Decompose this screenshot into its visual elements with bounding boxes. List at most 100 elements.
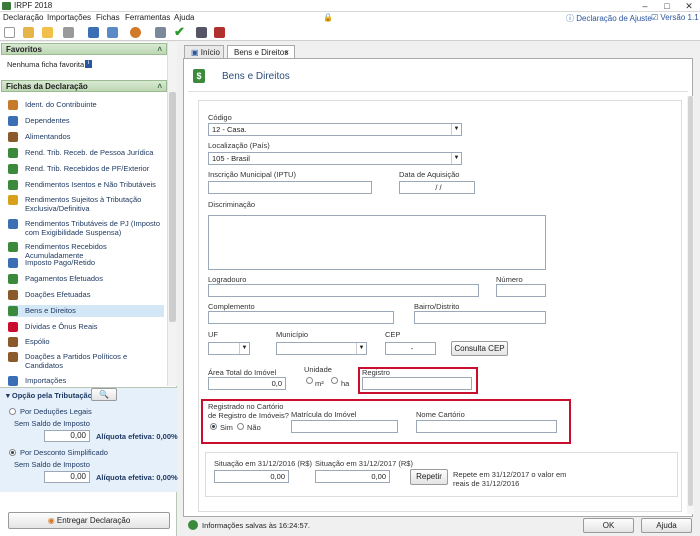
calculator-icon[interactable] xyxy=(196,27,207,38)
discriminacao-textarea[interactable] xyxy=(208,215,546,270)
print-icon[interactable] xyxy=(155,27,166,38)
new-document-icon[interactable] xyxy=(4,27,15,38)
sidebar-item-isentos[interactable]: Rendimentos Isentos e Não Tributáveis xyxy=(8,180,164,190)
globe-icon[interactable] xyxy=(130,27,141,38)
uf-label: UF xyxy=(208,330,218,339)
checkmark-icon[interactable]: ✔ xyxy=(174,24,185,40)
maximize-button[interactable]: □ xyxy=(656,0,678,12)
codigo-select[interactable]: 12 - Casa. ▼ xyxy=(208,123,462,136)
matricula-input[interactable] xyxy=(291,420,398,433)
favorites-header[interactable]: Favoritos ˄ xyxy=(1,43,167,55)
minimize-button[interactable]: – xyxy=(634,0,656,12)
help-circle-icon: ⓘ xyxy=(566,14,577,23)
folder-icon[interactable] xyxy=(42,27,53,38)
sidebar-item-exclusiva[interactable]: Rendimentos Sujeitos à Tributação Exclus… xyxy=(8,195,164,214)
gift-icon xyxy=(8,290,18,300)
fichas-header[interactable]: Fichas da Declaração ˄ xyxy=(1,80,167,92)
localizacao-select[interactable]: 105 - Brasil ▼ xyxy=(208,152,462,165)
version-link[interactable]: ☑ Versão 1.1 xyxy=(651,13,699,22)
sidebar-item-suspensa[interactable]: Rendimentos Tributáveis de PJ (Imposto c… xyxy=(8,219,164,238)
sidebar-item-imposto-pago[interactable]: Imposto Pago/Retido xyxy=(8,258,164,268)
arrow-down-icon xyxy=(8,322,18,332)
consulta-cep-button[interactable]: Consulta CEP xyxy=(451,341,508,356)
complemento-input[interactable] xyxy=(208,311,394,324)
unidade-label: Unidade xyxy=(304,365,332,374)
inscricao-input[interactable] xyxy=(208,181,372,194)
tab-inicio[interactable]: ▣ Início xyxy=(184,45,224,59)
search-button[interactable]: 🔍 xyxy=(91,388,117,401)
saldo-value-2: 0,00 xyxy=(44,471,90,483)
menu-fichas[interactable]: Fichas xyxy=(96,13,120,22)
globe-icon: ◉ xyxy=(47,516,57,525)
unit-m2-radio[interactable] xyxy=(306,377,313,384)
bairro-input[interactable] xyxy=(414,311,546,324)
sidebar-item-dependentes[interactable]: Dependentes xyxy=(8,116,164,126)
book-icon[interactable] xyxy=(214,27,225,38)
sidebar-item-bens-direitos[interactable]: Bens e Direitos xyxy=(8,305,164,317)
inscricao-label: Inscrição Municipal (IPTU) xyxy=(208,170,296,179)
declaracao-ajuste-link[interactable]: ⓘ Declaração de Ajuste xyxy=(566,13,652,24)
logradouro-input[interactable] xyxy=(208,284,479,297)
ok-button[interactable]: OK xyxy=(583,518,634,533)
numero-input[interactable] xyxy=(496,284,546,297)
deducoes-radio[interactable] xyxy=(9,408,16,415)
sidebar-item-ident-contribuinte[interactable]: Ident. do Contribuinte xyxy=(8,100,164,110)
situacao-2016-label: Situação em 31/12/2016 (R$) xyxy=(214,459,312,468)
sim-label: Sim xyxy=(220,423,233,432)
area-input[interactable]: 0,0 xyxy=(208,377,286,390)
sidebar-item-dividas[interactable]: Dívidas e Ônus Reais xyxy=(8,322,164,332)
nome-cartorio-input[interactable] xyxy=(416,420,557,433)
close-button[interactable]: ✕ xyxy=(678,0,700,12)
data-input[interactable]: / / xyxy=(399,181,475,194)
matricula-label: Matrícula do Imóvel xyxy=(291,410,357,419)
collapse-icon[interactable]: ˄ xyxy=(157,44,162,55)
repetir-button[interactable]: Repetir xyxy=(410,469,448,485)
situacao-2016-input[interactable]: 0,00 xyxy=(214,470,289,483)
cep-input[interactable]: - xyxy=(385,342,436,355)
sidebar-item-acumuladamente[interactable]: Rendimentos Recebidos Acumuladamente xyxy=(8,242,164,260)
uf-select[interactable]: ▼ xyxy=(208,342,250,355)
import-icon[interactable] xyxy=(88,27,99,38)
home-icon: ▣ xyxy=(191,48,201,57)
money-icon xyxy=(8,274,18,284)
collapse-icon[interactable]: ˄ xyxy=(157,81,162,92)
sidebar-item-espolio[interactable]: Espólio xyxy=(8,337,164,347)
discriminacao-label: Discriminação xyxy=(208,200,256,209)
sidebar-item-alimentandos[interactable]: Alimentandos xyxy=(8,132,164,142)
trash-icon[interactable] xyxy=(63,27,74,38)
unit-ha-radio[interactable] xyxy=(331,377,338,384)
chevron-down-icon: ▼ xyxy=(356,343,366,354)
sim-radio[interactable] xyxy=(210,423,217,430)
sidebar-item-pagamentos[interactable]: Pagamentos Efetuados xyxy=(8,274,164,284)
sidebar-item-doacoes[interactable]: Doações Efetuadas xyxy=(8,290,164,300)
sidebar-item-doacoes-partidos[interactable]: Doações a Partidos Políticos e Candidato… xyxy=(8,352,164,371)
entregar-declaracao-button[interactable]: ◉ Entregar Declaração xyxy=(8,512,170,529)
ajuda-button[interactable]: Ajuda xyxy=(641,518,692,533)
sidebar-scrollbar[interactable] xyxy=(167,42,177,386)
registro-input[interactable] xyxy=(362,377,472,390)
family-icon xyxy=(8,132,18,142)
complemento-label: Complemento xyxy=(208,302,255,311)
page-title: Bens e Direitos xyxy=(222,71,290,82)
simplificado-radio[interactable] xyxy=(9,449,16,456)
nao-radio[interactable] xyxy=(237,423,244,430)
people-icon xyxy=(8,116,18,126)
situacao-2017-input[interactable]: 0,00 xyxy=(315,470,390,483)
sidebar-item-rend-pj[interactable]: Rend. Trib. Receb. de Pessoa Jurídica xyxy=(8,148,164,158)
tab-bens-direitos[interactable]: Bens e Direitos × xyxy=(227,45,295,59)
aliquota-2: Alíquota efetiva: 0,00% xyxy=(96,473,178,482)
nao-label: Não xyxy=(247,423,261,432)
info-icon: i xyxy=(85,60,92,68)
deducoes-label: Por Deduções Legais xyxy=(20,407,92,416)
chevron-down-icon: ▼ xyxy=(451,124,461,135)
municipio-select[interactable]: ▼ xyxy=(276,342,367,355)
open-folder-icon[interactable] xyxy=(23,27,34,38)
sync-icon[interactable] xyxy=(107,27,118,38)
form-scrollbar[interactable] xyxy=(687,96,694,514)
menu-declaracao[interactable]: Declaração xyxy=(3,13,43,22)
sidebar-item-importacoes[interactable]: Importações xyxy=(8,376,164,386)
menu-importacoes[interactable]: Importações xyxy=(47,13,91,22)
menu-ferramentas[interactable]: Ferramentas xyxy=(125,13,170,22)
menu-ajuda[interactable]: Ajuda xyxy=(174,13,194,22)
sidebar-item-rend-pf[interactable]: Rend. Trib. Recebidos de PF/Exterior xyxy=(8,164,164,174)
